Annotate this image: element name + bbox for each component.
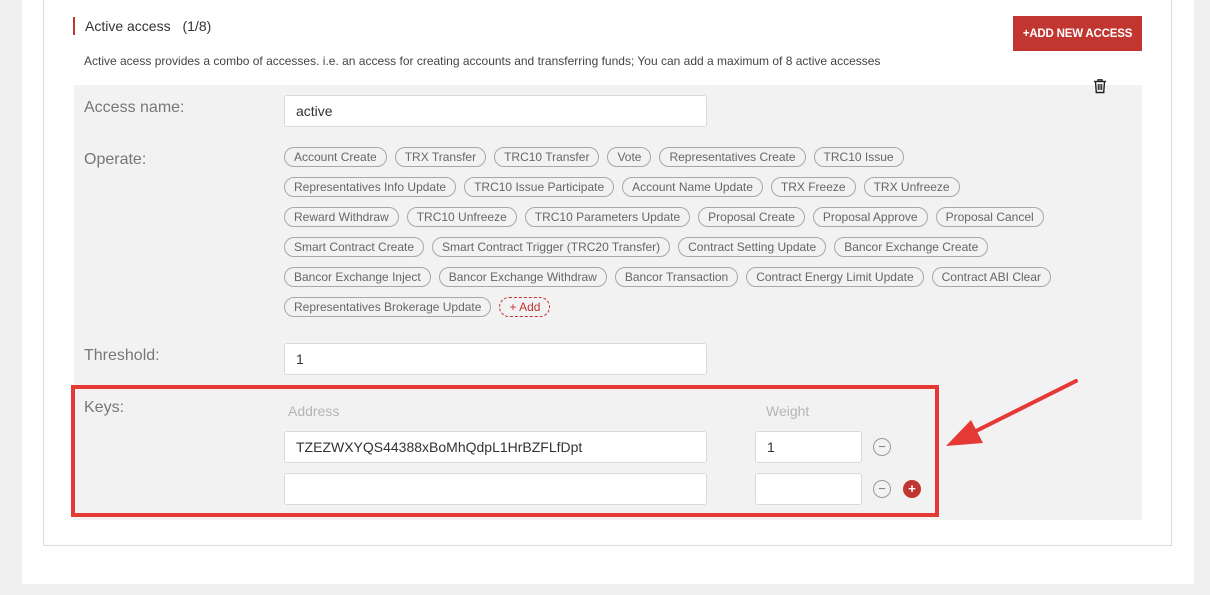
access-count: (1/8) bbox=[182, 18, 212, 34]
operation-tag[interactable]: Contract Setting Update bbox=[678, 237, 827, 257]
operation-tag[interactable]: Bancor Exchange Withdraw bbox=[438, 267, 607, 287]
add-operation-button[interactable]: + Add bbox=[499, 297, 551, 317]
operation-tag[interactable]: Smart Contract Trigger (TRC20 Transfer) bbox=[432, 237, 671, 257]
tag-row: Account Create TRX Transfer TRC10 Transfer… bbox=[284, 147, 1124, 177]
operation-tag[interactable]: Representatives Create bbox=[659, 147, 806, 167]
access-title-text: Active access bbox=[85, 18, 171, 34]
operation-tag[interactable]: Vote bbox=[607, 147, 652, 167]
operation-tag[interactable]: Representatives Info Update bbox=[284, 177, 457, 197]
operation-tag[interactable]: TRX Unfreeze bbox=[863, 177, 960, 197]
threshold-input[interactable] bbox=[284, 343, 707, 375]
operation-tag[interactable]: Representatives Brokerage Update bbox=[284, 297, 492, 317]
operation-tag[interactable]: TRC10 Transfer bbox=[494, 147, 600, 167]
operation-tag[interactable]: Reward Withdraw bbox=[284, 207, 399, 227]
operation-tag[interactable]: Proposal Approve bbox=[812, 207, 928, 227]
access-name-label: Access name: bbox=[84, 99, 185, 116]
access-title: Active access (1/8) bbox=[73, 17, 211, 35]
add-new-access-button[interactable]: +ADD NEW ACCESS bbox=[1013, 16, 1142, 51]
operation-tag[interactable]: TRC10 Issue Participate bbox=[464, 177, 615, 197]
tag-row: Representatives Info Update TRC10 Issue P… bbox=[284, 177, 1124, 207]
keys-highlight-box bbox=[71, 385, 939, 517]
operation-tag[interactable]: Contract ABI Clear bbox=[931, 267, 1051, 287]
operation-tags: Account Create TRX Transfer TRC10 Transfer… bbox=[284, 147, 1124, 327]
operation-tag[interactable]: Proposal Cancel bbox=[935, 207, 1044, 227]
access-description: Active acess provides a combo of accesse… bbox=[84, 54, 881, 68]
operation-tag[interactable]: Bancor Exchange Create bbox=[834, 237, 989, 257]
tag-row: Representatives Brokerage Update + Add bbox=[284, 297, 1124, 327]
operation-tag[interactable]: TRC10 Unfreeze bbox=[406, 207, 517, 227]
operation-tag[interactable]: Proposal Create bbox=[698, 207, 805, 227]
operation-tag[interactable]: Bancor Exchange Inject bbox=[284, 267, 431, 287]
tag-row: Bancor Exchange Inject Bancor Exchange Wi… bbox=[284, 267, 1124, 297]
threshold-label: Threshold: bbox=[84, 347, 160, 364]
operation-tag[interactable]: Account Create bbox=[284, 147, 387, 167]
annotation-arrow bbox=[946, 379, 1078, 446]
operation-tag[interactable]: TRC10 Issue bbox=[813, 147, 904, 167]
operation-tag[interactable]: TRC10 Parameters Update bbox=[524, 207, 691, 227]
trash-icon[interactable] bbox=[1091, 77, 1109, 95]
operation-tag[interactable]: Smart Contract Create bbox=[284, 237, 425, 257]
operation-tag[interactable]: Bancor Transaction bbox=[614, 267, 739, 287]
operation-tag[interactable]: Contract Energy Limit Update bbox=[746, 267, 924, 287]
operation-tag[interactable]: TRX Freeze bbox=[770, 177, 856, 197]
operate-label: Operate: bbox=[84, 151, 147, 168]
operation-tag[interactable]: Account Name Update bbox=[622, 177, 763, 197]
access-name-input[interactable] bbox=[284, 95, 707, 127]
tag-row: Reward Withdraw TRC10 Unfreeze TRC10 Param… bbox=[284, 207, 1124, 237]
tag-row: Smart Contract Create Smart Contract Trig… bbox=[284, 237, 1124, 267]
operation-tag[interactable]: TRX Transfer bbox=[394, 147, 487, 167]
